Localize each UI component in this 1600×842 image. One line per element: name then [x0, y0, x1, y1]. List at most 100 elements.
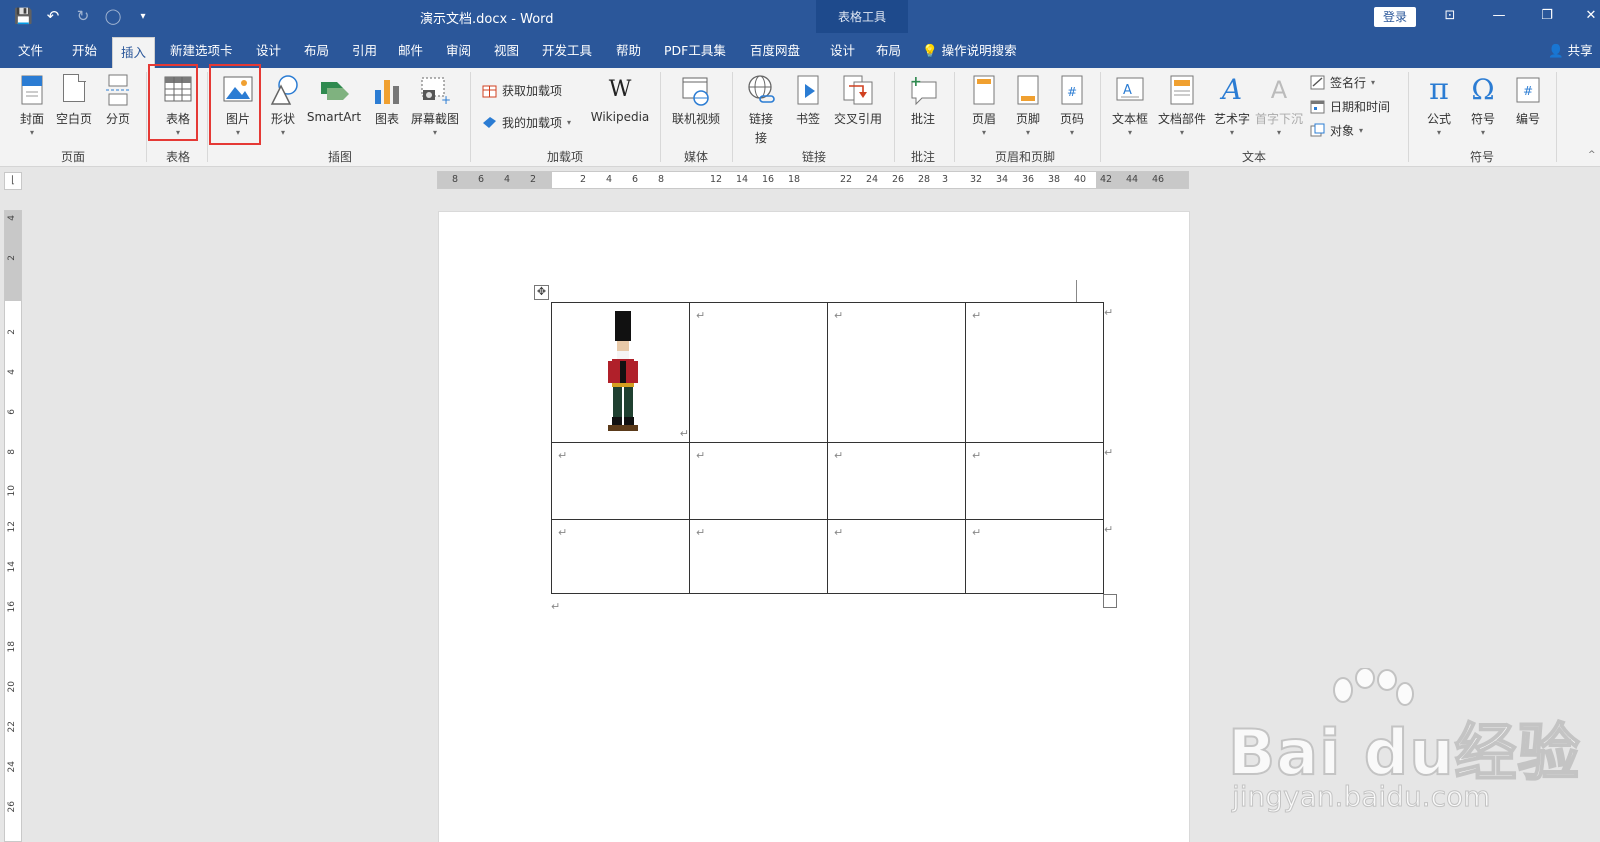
screenshot-button[interactable]: + 屏幕截图 ▾: [408, 74, 462, 137]
my-addins-button[interactable]: 我的加载项 ▾: [482, 114, 571, 131]
close-icon[interactable]: ✕: [1578, 6, 1600, 26]
cell-end-mark: ↵: [696, 449, 706, 462]
login-button[interactable]: 登录: [1374, 7, 1416, 27]
table-cell[interactable]: ↵: [965, 442, 1104, 520]
table-resize-handle[interactable]: [1103, 594, 1117, 608]
tab-developer[interactable]: 开发工具: [534, 33, 600, 68]
tab-mailings[interactable]: 邮件: [390, 33, 431, 68]
undo-icon[interactable]: ↶: [44, 7, 62, 25]
signature-line-button[interactable]: 签名行 ▾: [1310, 74, 1375, 91]
wordart-button[interactable]: A 艺术字 ▾: [1212, 74, 1252, 137]
tab-baidu-netdisk[interactable]: 百度网盘: [742, 33, 808, 68]
table-cell[interactable]: ↵: [827, 519, 966, 594]
tab-selector[interactable]: ⌊: [4, 172, 22, 190]
nutcracker-image[interactable]: [604, 311, 642, 439]
screenshot-label: 屏幕截图: [410, 112, 459, 126]
date-time-button[interactable]: 日期和时间: [1310, 98, 1390, 115]
document-table[interactable]: ↵ ↵ ↵ ↵ ↵ ↵ ↵ ↵ ↵ ↵ ↵ ↵: [551, 302, 1104, 594]
bookmark-button[interactable]: 书签: [792, 74, 824, 127]
ruler-tick: 4: [504, 174, 511, 185]
ruler-tick: 8: [658, 174, 665, 185]
numbering-label: 编号: [1515, 112, 1540, 126]
object-button[interactable]: 对象 ▾: [1310, 122, 1363, 139]
minimize-icon[interactable]: —: [1486, 6, 1512, 26]
wikipedia-button[interactable]: W Wikipedia: [588, 74, 652, 124]
tell-me-search[interactable]: 💡 操作说明搜索: [922, 33, 1017, 68]
new-comment-button[interactable]: + 批注: [904, 74, 942, 127]
online-video-button[interactable]: 联机视频: [670, 74, 722, 127]
ruler-tick: 2: [7, 329, 17, 335]
drop-cap-label: 首字下沉: [1254, 112, 1303, 126]
collapse-ribbon-icon[interactable]: ^: [1588, 150, 1596, 160]
numbering-button[interactable]: # 编号: [1510, 74, 1546, 127]
link-button[interactable]: 链接 接: [744, 74, 778, 146]
group-label-illustrations: 插图: [327, 150, 352, 164]
ribbon-display-icon[interactable]: ⊡: [1437, 6, 1463, 26]
shapes-button[interactable]: 形状 ▾: [266, 74, 300, 137]
table-cell[interactable]: ↵: [827, 302, 966, 443]
tab-help[interactable]: 帮助: [608, 33, 649, 68]
table-row: ↵ ↵ ↵ ↵: [551, 302, 1104, 443]
table-cell[interactable]: ↵: [965, 519, 1104, 594]
cover-page-button[interactable]: 封面 ▾: [14, 74, 50, 137]
ruler-tick: 16: [762, 174, 775, 185]
header-button[interactable]: 页眉 ▾: [966, 74, 1002, 137]
table-cell[interactable]: ↵: [689, 302, 828, 443]
table-cell[interactable]: ↵: [551, 519, 690, 594]
restore-icon[interactable]: ❐: [1534, 6, 1560, 26]
footer-button[interactable]: 页脚 ▾: [1010, 74, 1046, 137]
table-cell[interactable]: ↵: [551, 302, 690, 443]
page-number-button[interactable]: # 页码 ▾: [1054, 74, 1090, 137]
symbol-button[interactable]: Ω 符号 ▾: [1466, 74, 1500, 137]
text-box-button[interactable]: A 文本框 ▾: [1110, 74, 1150, 137]
cell-end-mark: ↵: [972, 526, 982, 539]
blank-page-button[interactable]: 空白页: [54, 73, 94, 127]
ruler-tick: 2: [7, 255, 17, 261]
table-cell[interactable]: ↵: [689, 519, 828, 594]
chevron-down-icon: ▾: [1371, 78, 1376, 87]
tab-layout[interactable]: 布局: [296, 33, 337, 68]
smartart-button[interactable]: SmartArt: [306, 74, 362, 124]
ruler-tick: 22: [840, 174, 853, 185]
table-cell[interactable]: ↵: [965, 302, 1104, 443]
quick-parts-button[interactable]: 文档部件 ▾: [1156, 74, 1208, 137]
table-cell[interactable]: ↵: [827, 442, 966, 520]
tab-references[interactable]: 引用: [344, 33, 385, 68]
table-cell[interactable]: ↵: [551, 442, 690, 520]
save-icon[interactable]: 💾: [14, 7, 33, 25]
footer-icon: [1013, 74, 1043, 106]
page-break-button[interactable]: 分页: [102, 74, 134, 127]
link-label: 链接: [748, 112, 773, 126]
table-cell[interactable]: ↵: [689, 442, 828, 520]
tab-view[interactable]: 视图: [486, 33, 527, 68]
tab-file[interactable]: 文件: [10, 33, 51, 68]
cross-reference-button[interactable]: 交叉引用: [830, 74, 886, 127]
tab-table-design[interactable]: 设计: [822, 33, 863, 68]
cross-reference-icon: [843, 74, 873, 106]
row-end-mark: ↵: [1104, 446, 1114, 459]
group-separator: [1556, 72, 1557, 162]
my-addins-label: 我的加载项: [502, 116, 563, 130]
chart-button[interactable]: 图表: [370, 74, 404, 127]
cell-end-mark: ↵: [972, 449, 982, 462]
date-time-label: 日期和时间: [1330, 100, 1391, 114]
tab-new[interactable]: 新建选项卡: [162, 33, 241, 68]
tab-design[interactable]: 设计: [248, 33, 289, 68]
equation-button[interactable]: π 公式 ▾: [1422, 74, 1456, 137]
tab-table-layout[interactable]: 布局: [868, 33, 909, 68]
vertical-ruler[interactable]: 4 2 2 4 6 8 10 12 14 16 18 20 22 24 26: [4, 210, 22, 842]
tab-pdf-tools[interactable]: PDF工具集: [656, 33, 734, 68]
horizontal-ruler[interactable]: 8 6 4 2 2 4 6 8 12 14 16 18 22 24 26 28 3 32 34 36 38 40 42 44 4…: [437, 171, 1189, 189]
touch-mode-icon[interactable]: ◯: [104, 7, 122, 25]
customize-qat-icon[interactable]: ▾: [134, 11, 152, 22]
ruler-tick: 14: [7, 561, 17, 573]
table-move-handle[interactable]: ✥: [534, 285, 549, 300]
tab-review[interactable]: 审阅: [438, 33, 479, 68]
drop-cap-button[interactable]: A 首字下沉 ▾: [1254, 74, 1304, 137]
redo-icon[interactable]: ↻: [74, 7, 92, 25]
text-box-label: 文本框: [1111, 112, 1148, 126]
tab-home[interactable]: 开始: [64, 33, 105, 68]
share-button[interactable]: 👤 共享: [1548, 33, 1593, 68]
get-addins-button[interactable]: 获取加载项: [482, 82, 562, 99]
svg-text:#: #: [1523, 84, 1533, 98]
